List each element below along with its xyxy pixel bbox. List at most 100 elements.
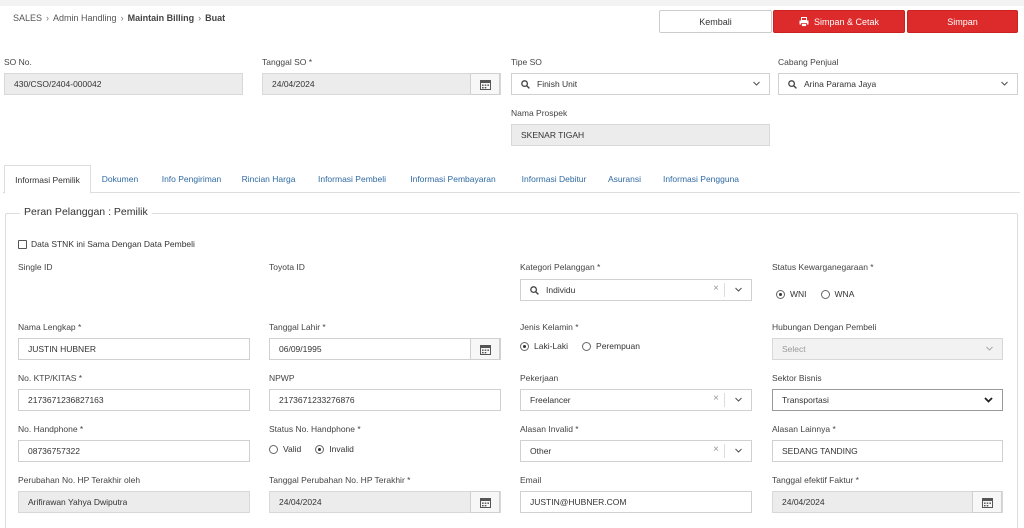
nama-prospek-field: SKENAR TIGAH [511, 124, 770, 146]
select-divider [724, 393, 725, 407]
calendar-icon [479, 344, 491, 355]
sektor-label: Sektor Bisnis [772, 373, 822, 383]
breadcrumb-billing[interactable]: Maintain Billing [128, 13, 195, 23]
hp-input[interactable]: 08736757322 [18, 440, 250, 462]
alasan-select[interactable]: Other × [520, 440, 752, 462]
tgl-faktur-field: 24/04/2024 [772, 491, 1003, 513]
simpan-button[interactable]: Simpan [907, 10, 1018, 33]
tab-info-pengiriman[interactable]: Info Pengiriman [154, 165, 229, 193]
alasan-lain-input[interactable]: SEDANG TANDING [772, 440, 1003, 462]
tipe-so-select[interactable]: Finish Unit [511, 73, 770, 95]
fieldset-legend: Peran Pelanggan : Pemilik [20, 206, 152, 218]
nama-label: Nama Lengkap * [18, 322, 82, 332]
ktp-input[interactable]: 2173671236827163 [18, 389, 250, 411]
simpan-cetak-button[interactable]: Simpan & Cetak [773, 10, 905, 33]
npwp-value: 2173671233276876 [279, 395, 355, 405]
clear-icon[interactable]: × [713, 283, 719, 294]
radio-valid-label: Valid [283, 444, 302, 454]
so-no-value: 430/CSO/2404-000042 [14, 79, 102, 89]
checkbox-box[interactable] [18, 239, 27, 249]
tanggal-so-field: 24/04/2024 [262, 73, 501, 95]
simpan-label: Simpan [947, 16, 978, 27]
single-id-label: Single ID [18, 262, 53, 272]
alasan-label: Alasan Invalid * [520, 424, 579, 434]
nama-value: JUSTIN HUBNER [28, 344, 97, 354]
clear-icon[interactable]: × [713, 393, 719, 404]
radio-wni[interactable] [776, 289, 785, 299]
alasan-value: Other [530, 446, 552, 456]
radio-valid[interactable] [269, 444, 278, 454]
kembali-button[interactable]: Kembali [659, 10, 772, 33]
tgl-lahir-input[interactable]: 06/09/1995 [269, 338, 501, 360]
sektor-value: Transportasi [782, 395, 829, 405]
stnk-checkbox[interactable]: Data STNK ini Sama Dengan Data Pembeli [18, 239, 195, 249]
tab-informasi-debitur[interactable]: Informasi Debitur [512, 165, 596, 193]
chevron-down-icon [735, 397, 742, 402]
radio-perempuan[interactable] [582, 341, 592, 351]
tgl-lahir-label: Tanggal Lahir * [269, 322, 326, 332]
tab-dokumen[interactable]: Dokumen [95, 165, 145, 193]
tab-rincian-harga[interactable]: Rincian Harga [237, 165, 300, 193]
tab-bar: Informasi Pemilik Dokumen Info Pengirima… [3, 165, 1020, 194]
radio-laki-label: Laki-Laki [534, 341, 569, 351]
calendar-icon [479, 497, 491, 508]
search-icon [788, 79, 797, 89]
hp-label: No. Handphone * [18, 424, 84, 434]
cabang-value: Arina Parama Jaya [804, 79, 877, 89]
hp-value: 08736757322 [28, 446, 81, 456]
simpan-cetak-label: Simpan & Cetak [813, 16, 880, 27]
chevron-right-icon: › [120, 13, 124, 23]
tgl-perubahan-field: 24/04/2024 [269, 491, 501, 513]
perubahan-oleh-field: Arifirawan Yahya Dwiputra [18, 491, 250, 513]
breadcrumb-current: Buat [205, 13, 226, 23]
radio-invalid[interactable] [315, 444, 325, 454]
so-no-label: SO No. [4, 57, 32, 67]
tab-asuransi[interactable]: Asuransi [602, 165, 647, 193]
tab-informasi-pemilik[interactable]: Informasi Pemilik [4, 165, 91, 194]
tipe-so-value: Finish Unit [537, 79, 578, 89]
alasan-lain-value: SEDANG TANDING [782, 446, 858, 456]
email-input[interactable]: JUSTIN@HUBNER.COM [520, 491, 752, 513]
perubahan-oleh-label: Perubahan No. HP Terakhir oleh [18, 475, 141, 485]
sektor-select[interactable]: Transportasi [772, 389, 1003, 411]
calendar-icon [479, 79, 491, 90]
tgl-perubahan-value: 24/04/2024 [279, 497, 322, 507]
so-no-field: 430/CSO/2404-000042 [4, 73, 243, 95]
tab-informasi-pembayaran[interactable]: Informasi Pembayaran [402, 165, 504, 193]
radio-wna[interactable] [820, 289, 830, 299]
alasan-lain-label: Alasan Lainnya * [772, 424, 836, 434]
tab-informasi-pembeli[interactable]: Informasi Pembeli [310, 165, 394, 193]
radio-invalid-label: Invalid [329, 444, 354, 454]
calendar-button[interactable] [470, 73, 500, 95]
breadcrumb-admin[interactable]: Admin Handling [53, 13, 117, 23]
jk-label: Jenis Kelamin * [520, 322, 579, 332]
clear-icon[interactable]: × [713, 444, 719, 455]
tanggal-so-label: Tanggal SO * [262, 57, 313, 67]
search-icon [530, 285, 539, 295]
radio-laki[interactable] [520, 341, 529, 351]
calendar-button[interactable] [470, 491, 500, 513]
breadcrumb: SALES › Admin Handling › Maintain Billin… [13, 13, 225, 23]
calendar-button[interactable] [470, 338, 500, 360]
tab-informasi-pengguna[interactable]: Informasi Pengguna [655, 165, 747, 193]
breadcrumb-sales[interactable]: SALES [13, 13, 42, 23]
kategori-label: Kategori Pelanggan * [520, 262, 601, 272]
tgl-faktur-value: 24/04/2024 [782, 497, 825, 507]
ktp-label: No. KTP/KITAS * [18, 373, 83, 383]
nama-input[interactable]: JUSTIN HUBNER [18, 338, 250, 360]
search-icon [521, 79, 530, 89]
toyota-id-label: Toyota ID [269, 262, 305, 272]
hubungan-select[interactable]: Select [772, 338, 1003, 360]
pekerjaan-select[interactable]: Freelancer × [520, 389, 752, 411]
perubahan-oleh-value: Arifirawan Yahya Dwiputra [28, 497, 128, 507]
select-divider [724, 444, 725, 458]
calendar-button[interactable] [972, 491, 1002, 513]
tgl-perubahan-label: Tanggal Perubahan No. HP Terakhir * [269, 475, 411, 485]
chevron-down-icon [984, 397, 993, 403]
chevron-right-icon: › [46, 13, 50, 23]
radio-wna-label: WNA [834, 289, 855, 299]
cabang-select[interactable]: Arina Parama Jaya [778, 73, 1018, 95]
npwp-label: NPWP [269, 373, 295, 383]
kategori-select[interactable]: Individu × [520, 279, 752, 301]
npwp-input[interactable]: 2173671233276876 [269, 389, 501, 411]
